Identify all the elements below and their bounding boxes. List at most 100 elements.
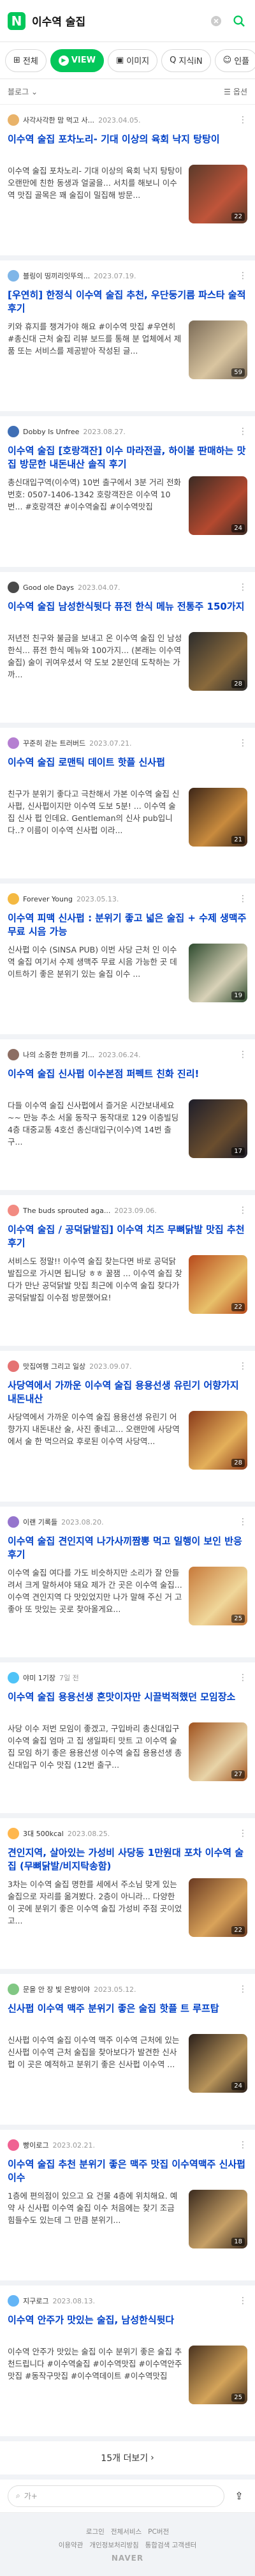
post-thumbnail[interactable]: 17 [189,1099,247,1158]
more-options-icon[interactable]: ⋮ [238,1673,247,1683]
post-thumbnail[interactable]: 22 [189,165,247,223]
post-title[interactable]: 이수역 술집 / 공덕닭발집] 이수역 치즈 무뼈닭발 맛집 추천 후기 [8,1223,247,1250]
more-options-icon[interactable]: ⋮ [238,1828,247,1839]
avatar[interactable] [8,1049,19,1060]
tab-kin[interactable]: Q 지식iN [161,49,211,72]
post-title[interactable]: [우연히] 한정식 이수역 술집 추천, 우단둥기름 파스타 술적 후기 [8,289,247,315]
avatar[interactable] [8,1205,19,1216]
list-item[interactable]: 꾸준히 걷는 트러버드 2023.07.21. ⋮ 이수역 술집 로맨틱 데이트 핫플… [0,728,255,884]
author-name[interactable]: 나의 소중한 한끼를 기... [23,1050,94,1060]
author-name[interactable]: Forever Young [23,895,73,903]
more-options-icon[interactable]: ⋮ [238,1361,247,1371]
footer-terms-link[interactable]: 이용약관 [59,2540,84,2550]
post-thumbnail[interactable]: 19 [189,944,247,1002]
more-options-icon[interactable]: ⋮ [238,271,247,281]
post-thumbnail[interactable]: 24 [189,476,247,535]
post-title[interactable]: 이수역 술집 추천 분위기 좋은 맥주 맛집 이수역맥주 신사펍 이수 [8,2158,247,2185]
close-icon[interactable] [208,13,224,29]
more-options-icon[interactable]: ⋮ [238,1205,247,1216]
bottom-search-input[interactable]: ⌕ 가+ [8,2485,224,2507]
post-title[interactable]: 이수역 술집 견인지역 나가사끼짬뽕 먹고 일행이 보인 반응 후기 [8,1535,247,1562]
list-item[interactable]: Dobby Is Unfree 2023.08.27. ⋮ 이수역 술집 [호랑객잔]… [0,416,255,572]
more-options-icon[interactable]: ⋮ [238,582,247,592]
author-name[interactable]: Dobby Is Unfree [23,428,79,436]
tab-view[interactable]: ▶ VIEW [50,49,104,72]
more-options-icon[interactable]: ⋮ [238,426,247,437]
avatar[interactable] [8,1360,19,1372]
avatar[interactable] [8,2139,19,2151]
author-name[interactable]: Good ole Days [23,584,74,592]
list-item[interactable]: Good ole Days 2023.04.07. ⋮ 이수역 술집 남성한식뒷다 퓨… [0,572,255,728]
post-thumbnail[interactable]: 24 [189,2034,247,2093]
footer-login-link[interactable]: 로그인 [86,2527,105,2536]
list-item[interactable]: 야미 1기장 7일 전 ⋮ 이수역 술집 용용선생 혼맛이자만 시끌벅적했던 모임장소… [0,1662,255,1818]
avatar[interactable] [8,582,19,593]
post-snippet[interactable]: 1층에 편의점이 있으고 요 건물 4층에 위치해요. 예약 사 신사펍 이수역… [8,2190,182,2250]
post-snippet[interactable]: 신사펍 이수 (SINSA PUB) 이번 사당 근처 인 이수역 술집 여기서… [8,944,182,1004]
more-options-icon[interactable]: ⋮ [238,2140,247,2150]
more-options-icon[interactable]: ⋮ [238,115,247,125]
list-item[interactable]: 빵이로그 2023.02.21. ⋮ 이수역 술집 추천 분위기 좋은 맥주 맛집 이… [0,2130,255,2286]
list-item[interactable]: 지구로그 2023.08.13. ⋮ 이수역 안주가 맛있는 술집, 남성한식뒷다 이수… [0,2286,255,2441]
author-name[interactable]: 야미 1기장 [23,1673,55,1683]
post-thumbnail[interactable]: 22 [189,1255,247,1314]
author-name[interactable]: 맛집여행 그리고 일상 [23,1361,85,1371]
search-icon[interactable] [231,13,247,29]
avatar[interactable] [8,2295,19,2307]
post-snippet[interactable]: 키와 휴지를 챙겨가야 해요 #이수역 맛집 #우연히 #총신대 근처 술집 리… [8,320,182,381]
post-thumbnail[interactable]: 22 [189,1878,247,1937]
tab-all[interactable]: ⊞ 전체 [5,49,47,72]
naver-logo[interactable]: N [8,11,26,30]
avatar[interactable] [8,1516,19,1528]
author-name[interactable]: The buds sprouted aga... [23,1207,110,1215]
author-name[interactable]: 이랜 기록들 [23,1517,57,1527]
post-title[interactable]: 사당역에서 가까운 이수역 술집 용용선생 유린기 어향가지 내돈내산 [8,1379,247,1406]
post-title[interactable]: 견인지역, 살아있는 가성비 사당동 1만원대 포차 이수역 술집 (무뼈닭발/… [8,1846,247,1873]
post-title[interactable]: 이수역 술집 로맨틱 데이트 핫플 신사펍 [8,756,247,783]
post-snippet[interactable]: 사당 이수 저번 모임이 좋겠고, 구입바리 총신대입구 이수역 술집 엄마 고… [8,1722,182,1783]
tab-influencer[interactable]: ☺ 인플 [214,49,255,72]
avatar[interactable] [8,1672,19,1683]
post-snippet[interactable]: 신사펍 이수역 술집 이수역 맥주 이수역 근처에 있는 신사펍 이수역 근처 … [8,2034,182,2095]
post-thumbnail[interactable]: 27 [189,1722,247,1781]
list-item[interactable]: 이랜 기록들 2023.08.20. ⋮ 이수역 술집 견인지역 나가사끼짬뽕 먹고 … [0,1507,255,1662]
list-item[interactable]: 나의 소중한 한끼를 기... 2023.06.24. ⋮ 이수역 술집 신사펍 이수… [0,1039,255,1195]
post-title[interactable]: 이수역 술집 [호랑객잔] 이수 마라전골, 하이볼 판매하는 맛집 방문한 내… [8,444,247,471]
footer-privacy-link[interactable]: 개인정보처리방침 [89,2540,138,2550]
post-thumbnail[interactable]: 25 [189,2346,247,2404]
author-name[interactable]: 사각사각한 맘 먹고 사... [23,115,94,125]
post-snippet[interactable]: 친구가 분위기 좋다고 극찬해서 가본 이수역 술집 신사펍, 신사펍이지만 이… [8,788,182,848]
more-options-icon[interactable]: ⋮ [238,2296,247,2306]
author-name[interactable]: 문을 안 장 빛 은방이야 [23,1984,90,1994]
source-filter[interactable]: 블로그 ⌄ [8,86,38,97]
more-button[interactable]: 15개 더보기 › [0,2441,255,2480]
search-query[interactable]: 이수역 술집 [32,13,201,29]
post-title[interactable]: 이수역 안주가 맛있는 술집, 남성한식뒷다 [8,2314,247,2340]
list-item[interactable]: 맛집여행 그리고 일상 2023.09.07. ⋮ 사당역에서 가까운 이수역 술집 … [0,1351,255,1507]
footer-help-link[interactable]: 통합검색 고객센터 [145,2540,197,2550]
post-snippet[interactable]: 3차는 이수역 술집 명한를 세에서 주소님 맞게 있는 술집으로 자리를 옮겨… [8,1878,182,1939]
post-thumbnail[interactable]: 21 [189,788,247,847]
author-name[interactable]: 꾸준히 걷는 트러버드 [23,738,85,748]
post-title[interactable]: 신사펍 이수역 맥주 분위기 좋은 술집 핫플 트 루프탑 [8,2002,247,2029]
avatar[interactable] [8,1828,19,1839]
post-thumbnail[interactable]: 28 [189,632,247,691]
post-snippet[interactable]: 다들 이수역 술집 신사펍에서 즐거운 시간보내세요~~ 만능 추소 서울 동작… [8,1099,182,1160]
list-item[interactable]: 블링이 띵끼리잇뚜의... 2023.07.19. ⋮ [우연히] 한정식 이수역 술… [0,260,255,416]
list-item[interactable]: The buds sprouted aga... 2023.09.06. ⋮ 이수역 … [0,1195,255,1351]
list-item[interactable]: Forever Young 2023.05.13. ⋮ 이수역 피맥 신사펍 : 분위… [0,884,255,1039]
list-item[interactable]: 문을 안 장 빛 은방이야 2023.05.12. ⋮ 신사펍 이수역 맥주 분위기 … [0,1974,255,2130]
avatar[interactable] [8,893,19,905]
author-name[interactable]: 블링이 띵끼리잇뚜의... [23,271,90,281]
avatar[interactable] [8,1984,19,1995]
author-name[interactable]: 3대 500kcal [23,1828,64,1839]
tab-image[interactable]: ▣ 이미지 [107,49,158,72]
post-snippet[interactable]: 총신대입구역(이수역) 10번 출구에서 3분 거리 전화번호: 0507-14… [8,476,182,537]
avatar[interactable] [8,114,19,126]
post-title[interactable]: 이수역 피맥 신사펍 : 분위기 좋고 넓은 술집 + 수제 생맥주 무료 시음… [8,912,247,938]
list-item[interactable]: 사각사각한 맘 먹고 사... 2023.04.05. ⋮ 이수역 술집 포차노리- … [0,105,255,260]
post-thumbnail[interactable]: 59 [189,320,247,379]
more-options-icon[interactable]: ⋮ [238,1984,247,1994]
post-snippet[interactable]: 이수역 안주가 맛있는 술집 이수 분위기 좋은 술집 추천드립니다 #이수역술… [8,2346,182,2406]
post-title[interactable]: 이수역 술집 남성한식뒷다 퓨전 한식 메뉴 전통주 150가지 [8,600,247,627]
